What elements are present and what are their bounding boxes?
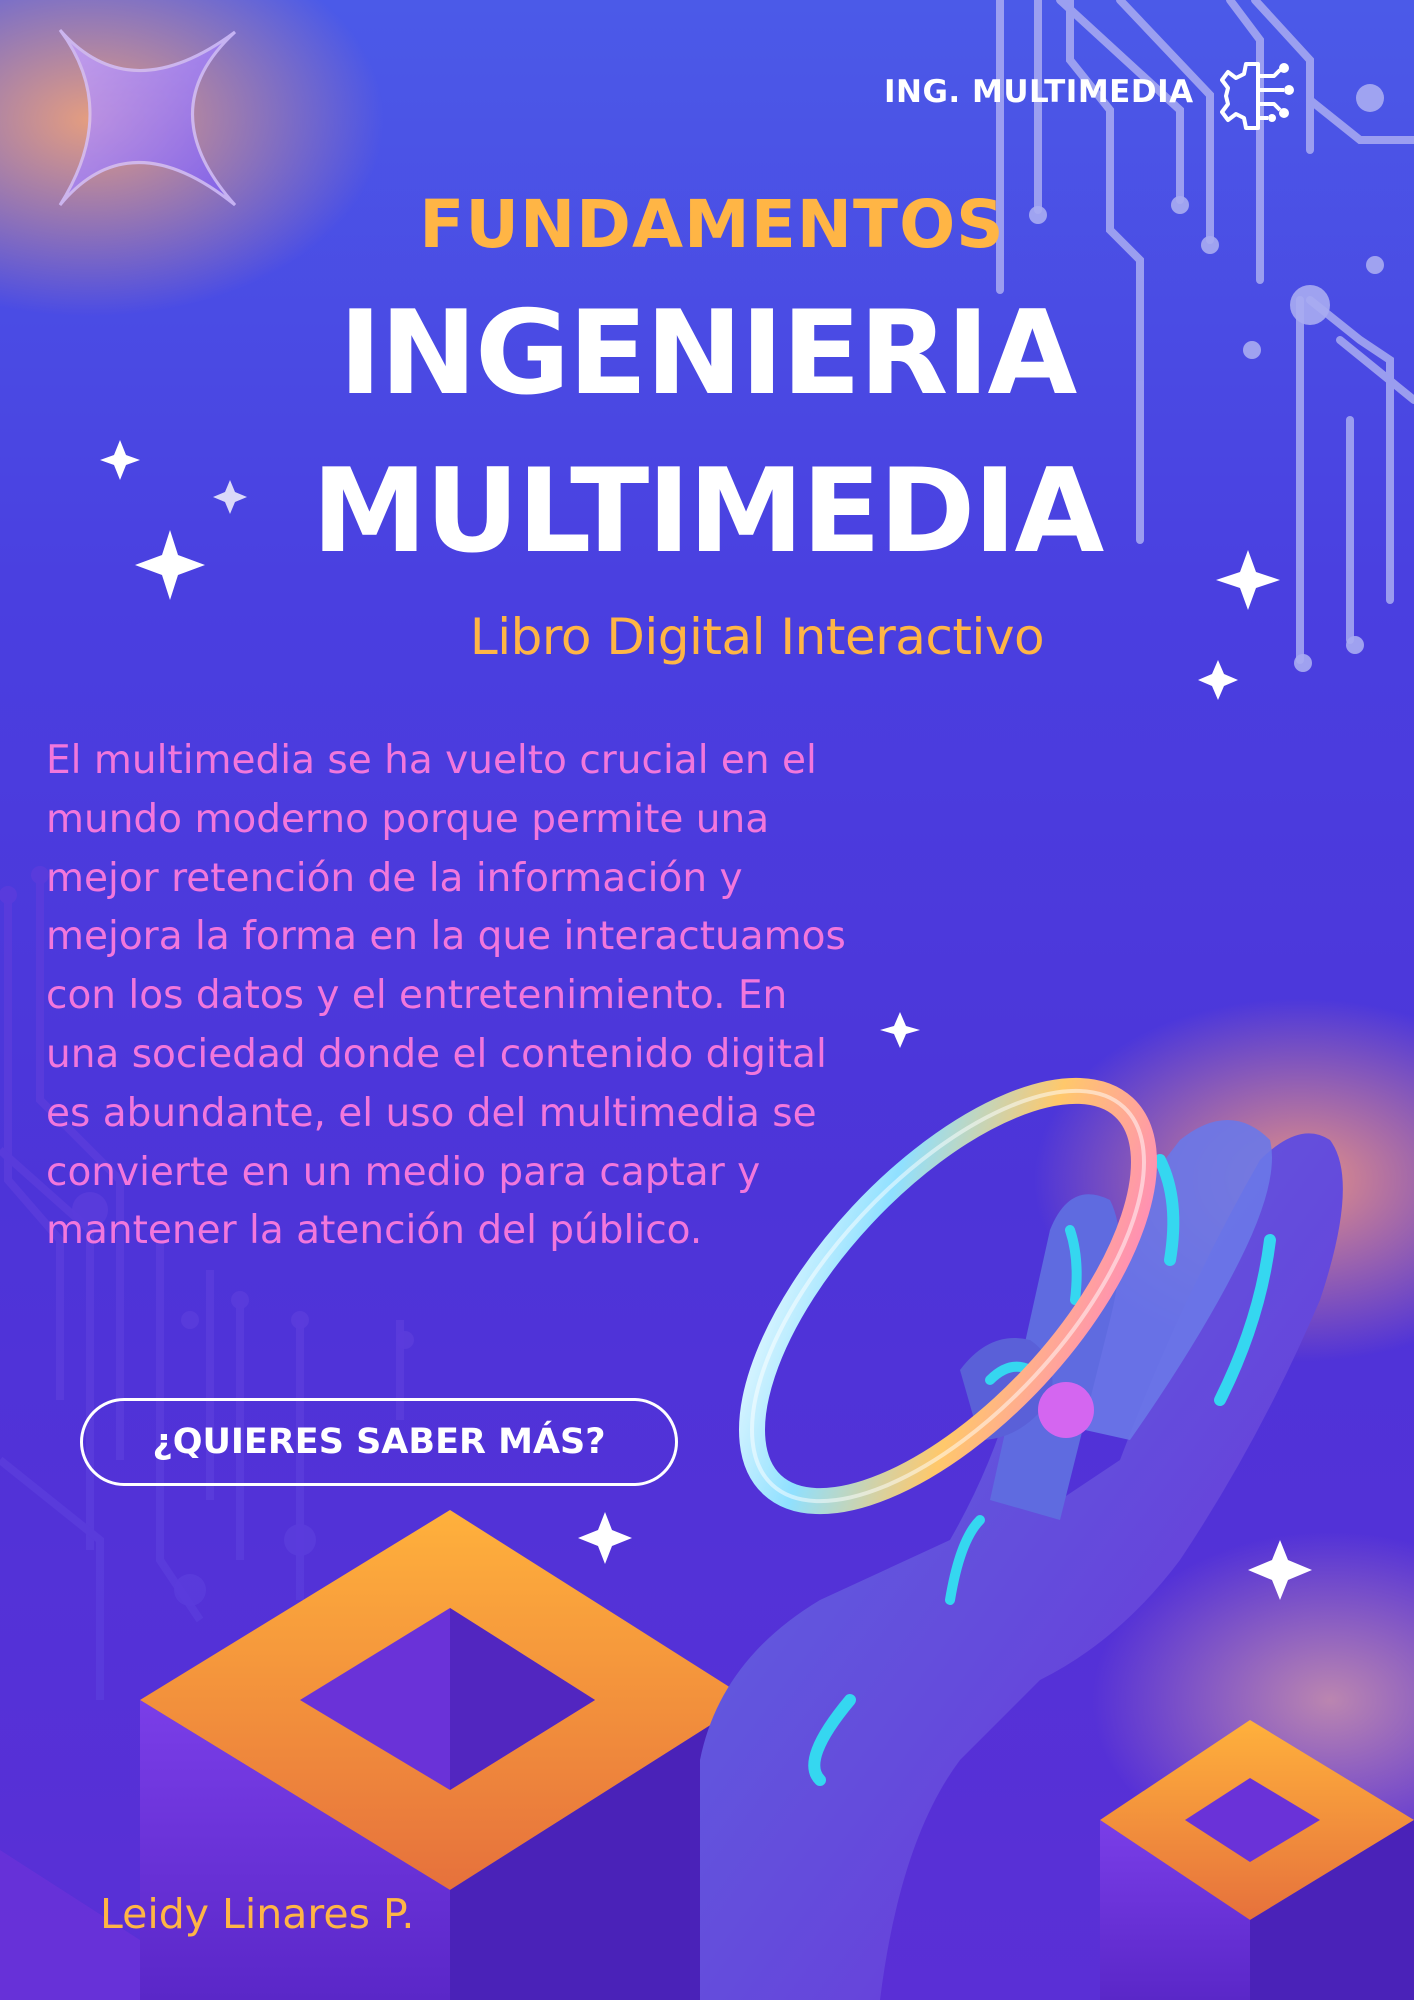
gear-circuit-icon [1220, 62, 1294, 130]
poster-canvas: ING. MULTIMEDIA FUNDAMENTOS INGENIERIA M… [0, 0, 1414, 2000]
description-paragraph: El multimedia se ha vuelto crucial en el… [46, 738, 846, 1254]
kicker-title: FUNDAMENTOS [419, 186, 1005, 263]
isometric-block-small [1100, 1720, 1414, 2000]
four-point-star-icon [58, 29, 237, 207]
main-title-line-2: MULTIMEDIA [311, 444, 1105, 579]
learn-more-button[interactable]: ¿QUIERES SABER MÁS? [80, 1398, 678, 1486]
brand-label: ING. MULTIMEDIA [884, 74, 1194, 110]
main-title-line-1: INGENIERIA [338, 286, 1077, 421]
pink-orb [1038, 1382, 1094, 1438]
author-name: Leidy Linares P. [100, 1890, 415, 1938]
subtitle: Libro Digital Interactivo [469, 608, 1045, 666]
